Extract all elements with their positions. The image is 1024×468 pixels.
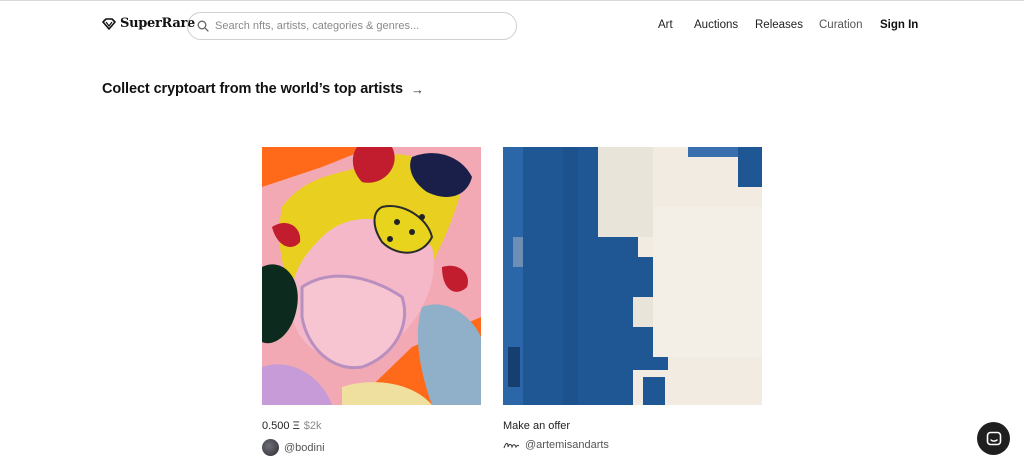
site-header: SuperRare Art Auctions Releases Curation… [0,0,1024,52]
blue-white-abstract-artwork[interactable] [503,147,762,405]
artwork-card[interactable]: 0.500 Ξ $2k @bodini [262,147,481,456]
price-eth: 0.500 Ξ [262,420,300,432]
avatar [262,439,279,456]
artist-handle[interactable]: @artemisandarts [525,439,609,451]
nav-curation[interactable]: Curation [819,19,862,31]
artist-handle[interactable]: @bodini [284,442,325,454]
chat-button[interactable] [977,422,1010,455]
abstract-colorful-artwork[interactable] [262,147,481,405]
price-usd: $2k [303,420,322,432]
artwork-card[interactable]: Make an offer @artemisandarts [503,147,762,451]
artist-row[interactable]: @artemisandarts [503,439,762,451]
signature-avatar [503,442,520,449]
artist-row[interactable]: @bodini [262,439,481,456]
page-title: Collect cryptoart from the world’s top a… [102,81,404,97]
sign-in-link[interactable]: Sign In [880,19,918,31]
hero-headline[interactable]: Collect cryptoart from the world’s top a… [102,81,424,97]
make-offer-status: Make an offer [503,420,571,432]
nav-auctions[interactable]: Auctions [694,19,738,31]
chat-icon [986,431,1001,445]
nav-releases[interactable]: Releases [755,19,803,31]
nav-art[interactable]: Art [658,19,673,31]
main-nav: Art Auctions Releases Curation Sign In [0,19,1024,35]
arrow-right-icon: → [411,81,425,97]
price-row: 0.500 Ξ $2k [262,420,481,432]
